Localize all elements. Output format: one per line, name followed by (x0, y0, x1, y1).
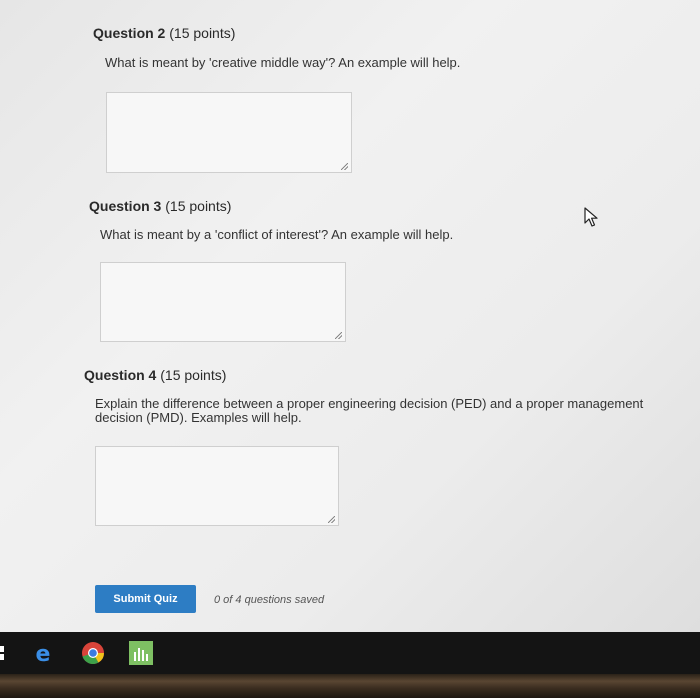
question-number: Question 4 (84, 367, 157, 383)
question-2-answer-field[interactable] (106, 92, 352, 173)
monitor-bezel (0, 674, 700, 698)
svg-text:e: e (36, 642, 51, 666)
question-2-text: What is meant by 'creative middle way'? … (105, 55, 461, 70)
chrome-browser-icon[interactable] (80, 640, 106, 666)
mouse-pointer-icon (584, 207, 598, 227)
submit-quiz-button[interactable]: Submit Quiz (95, 585, 196, 613)
question-number: Question 2 (93, 25, 166, 41)
question-3-text: What is meant by a 'conflict of interest… (100, 227, 454, 242)
resize-handle-icon[interactable] (341, 163, 348, 170)
question-number: Question 3 (89, 198, 162, 214)
question-2-title: Question 2 (15 points) (93, 25, 235, 41)
edge-browser-icon[interactable]: e (30, 640, 56, 666)
app-chart-icon[interactable] (128, 640, 154, 666)
taskbar: e (0, 632, 700, 674)
question-points: (15 points) (165, 198, 232, 214)
windows-start-icon[interactable] (0, 640, 20, 666)
question-4-answer-field[interactable] (95, 446, 339, 526)
resize-handle-icon[interactable] (335, 332, 342, 339)
question-points: (15 points) (160, 367, 227, 383)
question-3-title: Question 3 (15 points) (89, 198, 231, 214)
question-points: (15 points) (169, 25, 236, 41)
saved-status-text: 0 of 4 questions saved (214, 594, 325, 606)
question-3-answer-field[interactable] (100, 262, 346, 342)
question-4-text: Explain the difference between a proper … (95, 396, 644, 425)
resize-handle-icon[interactable] (328, 516, 335, 523)
question-4-title: Question 4 (15 points) (84, 367, 226, 383)
